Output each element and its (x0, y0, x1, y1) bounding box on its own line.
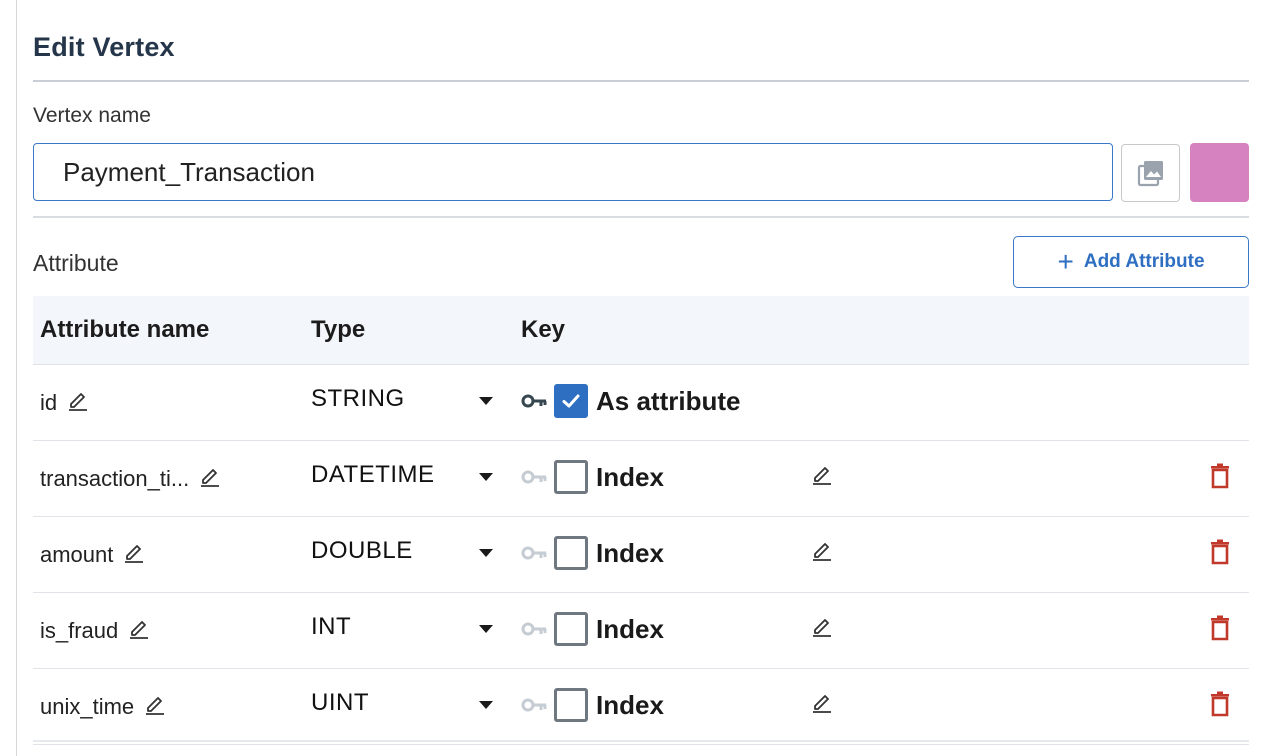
attribute-name-cell: amount (40, 541, 145, 569)
pencil-icon[interactable] (144, 693, 166, 715)
edit-name-button[interactable] (128, 617, 150, 645)
attribute-table: Attribute name Type Key id STRING As attri… (33, 296, 1249, 745)
edit-name-button[interactable] (144, 693, 166, 721)
attribute-name: unix_time (40, 694, 135, 719)
index-checkbox[interactable] (554, 536, 588, 570)
edit-index-button[interactable] (811, 691, 833, 718)
table-header: Attribute name Type Key (33, 296, 1249, 365)
pencil-icon[interactable] (811, 463, 833, 485)
index-checkbox[interactable] (554, 688, 588, 722)
caret-down-icon[interactable] (479, 473, 493, 481)
pencil-icon[interactable] (811, 691, 833, 713)
attribute-type-select[interactable]: STRING (311, 385, 405, 413)
attribute-type-select[interactable]: DATETIME (311, 461, 435, 489)
delete-attribute-button[interactable] (1209, 691, 1231, 722)
vertex-name-input[interactable] (33, 143, 1113, 201)
edit-index-button[interactable] (811, 463, 833, 490)
image-icon (1137, 161, 1163, 187)
key-icon (521, 697, 549, 718)
edit-name-button[interactable] (123, 541, 145, 569)
trash-icon (1209, 463, 1231, 493)
key-option-label: Index (596, 538, 664, 568)
table-bottom-edge (33, 740, 1249, 742)
section-divider (33, 216, 1249, 218)
key-option-label: Index (596, 614, 664, 644)
attribute-name: transaction_ti... (40, 466, 190, 491)
pencil-icon[interactable] (811, 539, 833, 561)
attribute-type-select[interactable]: UINT (311, 689, 369, 717)
vertex-name-label: Vertex name (33, 104, 151, 127)
attribute-name-cell: is_fraud (40, 617, 150, 645)
caret-down-icon[interactable] (479, 701, 493, 709)
left-divider (16, 0, 17, 756)
vertex-color-picker[interactable] (1190, 143, 1249, 202)
index-checkbox[interactable] (554, 612, 588, 646)
trash-icon (1209, 691, 1231, 721)
edit-name-button[interactable] (199, 465, 221, 493)
vertex-image-button[interactable] (1121, 144, 1180, 202)
pencil-icon[interactable] (199, 465, 221, 487)
column-header-key: Key (521, 316, 566, 343)
caret-down-icon[interactable] (479, 397, 493, 405)
pencil-icon[interactable] (811, 615, 833, 637)
index-checkbox[interactable] (554, 460, 588, 494)
key-icon (521, 545, 549, 566)
attribute-name-cell: transaction_ti... (40, 465, 221, 493)
key-icon (521, 393, 549, 414)
edit-name-button[interactable] (67, 389, 89, 417)
add-attribute-label: Add Attribute (1083, 251, 1205, 272)
column-header-name: Attribute name (40, 316, 210, 343)
check-icon (562, 394, 580, 408)
key-icon (521, 621, 549, 642)
table-row: id STRING As attribute (33, 365, 1249, 441)
edit-index-button[interactable] (811, 615, 833, 642)
attribute-section-label: Attribute (33, 250, 119, 276)
table-row: is_fraud INT Index (33, 593, 1249, 669)
table-row: transaction_ti... DATETIME Index (33, 441, 1249, 517)
attribute-name: amount (40, 542, 114, 567)
delete-attribute-button[interactable] (1209, 463, 1231, 494)
add-attribute-button[interactable]: + Add Attribute (1013, 236, 1249, 288)
attribute-name: is_fraud (40, 618, 119, 643)
key-option-label: As attribute (596, 386, 741, 416)
delete-attribute-button[interactable] (1209, 615, 1231, 646)
pencil-icon[interactable] (128, 617, 150, 639)
trash-icon (1209, 615, 1231, 645)
delete-attribute-button[interactable] (1209, 539, 1231, 570)
caret-down-icon[interactable] (479, 625, 493, 633)
trash-icon (1209, 539, 1231, 569)
table-row: amount DOUBLE Index (33, 517, 1249, 593)
edit-index-button[interactable] (811, 539, 833, 566)
attribute-name-cell: unix_time (40, 693, 166, 721)
key-option-label: Index (596, 462, 664, 492)
table-body: id STRING As attribute transaction_ti... DAT… (33, 365, 1249, 745)
pencil-icon[interactable] (123, 541, 145, 563)
key-option-label: Index (596, 690, 664, 720)
attribute-name: id (40, 390, 58, 415)
attribute-type-select[interactable]: DOUBLE (311, 537, 413, 565)
pencil-icon[interactable] (67, 389, 89, 411)
plus-icon: + (1057, 246, 1074, 277)
table-row: unix_time UINT Index (33, 669, 1249, 745)
attribute-name-cell: id (40, 389, 89, 417)
page-title: Edit Vertex (33, 32, 175, 62)
title-divider (33, 80, 1249, 82)
caret-down-icon[interactable] (479, 549, 493, 557)
key-checkbox[interactable] (554, 384, 588, 418)
key-icon (521, 469, 549, 490)
attribute-type-select[interactable]: INT (311, 613, 351, 641)
column-header-type: Type (311, 316, 366, 343)
